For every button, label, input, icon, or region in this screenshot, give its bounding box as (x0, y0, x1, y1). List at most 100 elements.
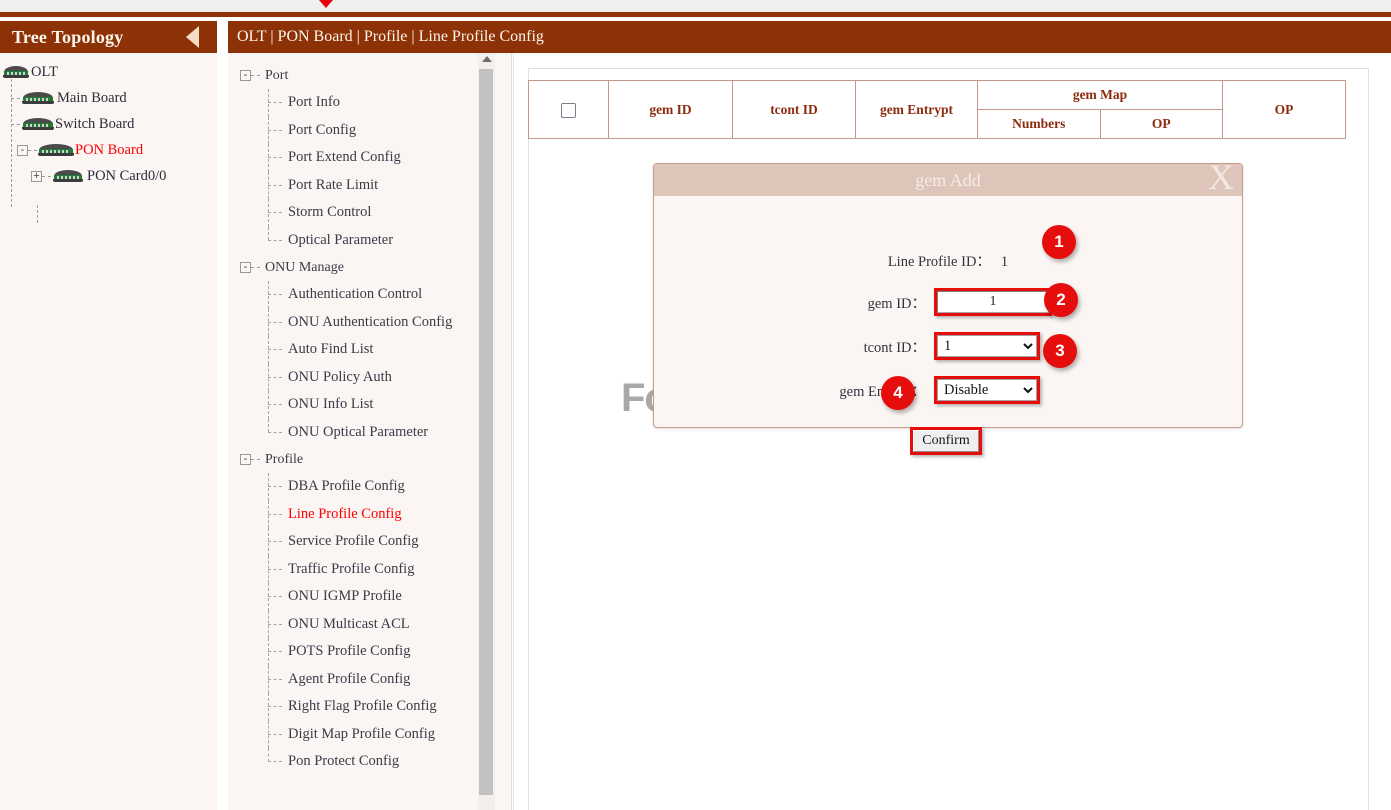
nav-item-onu-authentication-config[interactable]: ONU Authentication Config (228, 309, 495, 337)
tree-topology-title: Tree Topology (12, 27, 186, 48)
nav-item-label: ONU Authentication Config (288, 314, 452, 331)
nav-item-storm-control[interactable]: Storm Control (228, 199, 495, 227)
nav-item-optical-parameter[interactable]: Optical Parameter (228, 227, 495, 255)
table-header-select-all[interactable] (529, 81, 609, 139)
nav-item-label: Storm Control (288, 204, 371, 221)
nav-item-auto-find-list[interactable]: Auto Find List (228, 336, 495, 364)
tree-branch-icon (268, 624, 282, 625)
nav-item-service-profile-config[interactable]: Service Profile Config (228, 528, 495, 556)
annotation-badge-2: 2 (1044, 283, 1078, 317)
gem-id-label: gem ID： (784, 292, 934, 313)
tree-branch-icon (268, 706, 282, 707)
tree-branch-icon (268, 294, 282, 295)
nav-item-onu-optical-parameter[interactable]: ONU Optical Parameter (228, 419, 495, 447)
gem-id-input[interactable] (937, 291, 1049, 313)
tree-connector (268, 693, 269, 721)
nav-group-label: Profile (265, 452, 303, 468)
nav-item-port-extend-config[interactable]: Port Extend Config (228, 144, 495, 172)
tcont-id-select[interactable]: 1 (937, 335, 1037, 357)
nav-item-port-info[interactable]: Port Info (228, 89, 495, 117)
tree-connector (268, 336, 269, 364)
confirm-button[interactable]: Confirm (913, 430, 979, 452)
nav-group-port[interactable]: - Port (228, 62, 495, 89)
tree-branch-icon (268, 157, 282, 158)
tree-branch-icon (251, 459, 260, 460)
nav-group-onu-manage[interactable]: - ONU Manage (228, 254, 495, 281)
nav-item-onu-info-list[interactable]: ONU Info List (228, 391, 495, 419)
tree-expand-toggle[interactable]: + (31, 171, 42, 182)
tree-topology-header: Tree Topology (0, 21, 217, 53)
nav-item-label: Port Config (288, 122, 356, 139)
nav-item-label: Pon Protect Config (288, 753, 399, 770)
tree-connector (268, 528, 269, 556)
navigation-scrollbar[interactable] (478, 53, 495, 810)
dialog-title: gem Add (915, 170, 981, 191)
nav-item-onu-policy-auth[interactable]: ONU Policy Auth (228, 364, 495, 392)
nav-item-label: ONU Optical Parameter (288, 424, 428, 441)
gem-entrypt-select[interactable]: Disable (937, 379, 1037, 401)
tree-branch-icon (11, 124, 20, 125)
confirm-wrap: Confirm (910, 427, 982, 455)
triangle-left-icon[interactable] (186, 26, 199, 48)
nav-item-onu-multicast-acl[interactable]: ONU Multicast ACL (228, 611, 495, 639)
tree-node-olt[interactable]: OLT (0, 59, 217, 85)
nav-item-pots-profile-config[interactable]: POTS Profile Config (228, 638, 495, 666)
tree-node-label: PON Card0/0 (87, 168, 166, 185)
nav-collapse-toggle[interactable]: - (240, 454, 251, 465)
tree-branch-icon (268, 486, 282, 487)
tree-branch-icon (268, 514, 282, 515)
scrollbar-thumb[interactable] (479, 69, 493, 795)
table-header-gem-map: gem Map (978, 81, 1223, 110)
device-icon (4, 66, 28, 78)
nav-item-port-rate-limit[interactable]: Port Rate Limit (228, 172, 495, 200)
nav-item-right-flag-profile-config[interactable]: Right Flag Profile Config (228, 693, 495, 721)
tree-connector (268, 227, 269, 241)
tree-connector (268, 611, 269, 639)
table-header-tcont-id: tcont ID (733, 81, 856, 139)
tree-collapse-toggle[interactable]: - (17, 145, 28, 156)
tree-node-pon-board[interactable]: - PON Board (0, 137, 217, 163)
nav-item-label: Line Profile Config (288, 506, 402, 523)
tree-topology-panel: Tree Topology OLT Main Board (0, 21, 217, 810)
checkbox-icon[interactable] (561, 103, 576, 118)
nav-item-digit-map-profile-config[interactable]: Digit Map Profile Config (228, 721, 495, 749)
tree-branch-icon (28, 150, 37, 151)
nav-item-label: ONU Multicast ACL (288, 616, 410, 633)
tree-connector (268, 721, 269, 749)
table-header-gem-id: gem ID (609, 81, 733, 139)
nav-item-authentication-control[interactable]: Authentication Control (228, 281, 495, 309)
tree-node-main-board[interactable]: Main Board (0, 85, 217, 111)
tree-node-switch-board[interactable]: Switch Board (0, 111, 217, 137)
nav-item-pon-protect-config[interactable]: Pon Protect Config (228, 748, 495, 776)
annotation-badge-3: 3 (1043, 334, 1077, 368)
nav-item-label: Port Rate Limit (288, 177, 378, 194)
breadcrumb: OLT | PON Board | Profile | Line Profile… (228, 21, 1391, 53)
table-header-gem-map-numbers: Numbers (978, 110, 1101, 139)
nav-item-port-config[interactable]: Port Config (228, 117, 495, 145)
tree-branch-icon (268, 541, 282, 542)
nav-item-traffic-profile-config[interactable]: Traffic Profile Config (228, 556, 495, 584)
tree-branch-icon (251, 75, 260, 76)
nav-item-onu-igmp-profile[interactable]: ONU IGMP Profile (228, 583, 495, 611)
tree-branch-icon (251, 267, 260, 268)
close-icon[interactable]: X (1208, 159, 1234, 195)
tree-node-label: Main Board (57, 90, 127, 107)
tree-node-pon-card[interactable]: + PON Card0/0 (0, 163, 217, 189)
tree-branch-icon (268, 679, 282, 680)
triangle-up-icon[interactable] (482, 56, 492, 62)
nav-item-line-profile-config[interactable]: Line Profile Config (228, 501, 495, 529)
nav-group-profile[interactable]: - Profile (228, 446, 495, 473)
nav-collapse-toggle[interactable]: - (240, 262, 251, 273)
tree-branch-icon (268, 651, 282, 652)
nav-item-dba-profile-config[interactable]: DBA Profile Config (228, 473, 495, 501)
table-header-op: OP (1223, 81, 1346, 139)
nav-collapse-toggle[interactable]: - (240, 70, 251, 81)
nav-item-agent-profile-config[interactable]: Agent Profile Config (228, 666, 495, 694)
nav-item-label: POTS Profile Config (288, 643, 410, 660)
tree-branch-icon (268, 240, 282, 241)
navigation-panel: OLT | PON Board | Profile | Line Profile… (228, 21, 512, 810)
tree-connector (268, 638, 269, 666)
tree-branch-icon (268, 349, 282, 350)
tree-branch-icon (268, 404, 282, 405)
annotation-badge-1: 1 (1042, 225, 1076, 259)
